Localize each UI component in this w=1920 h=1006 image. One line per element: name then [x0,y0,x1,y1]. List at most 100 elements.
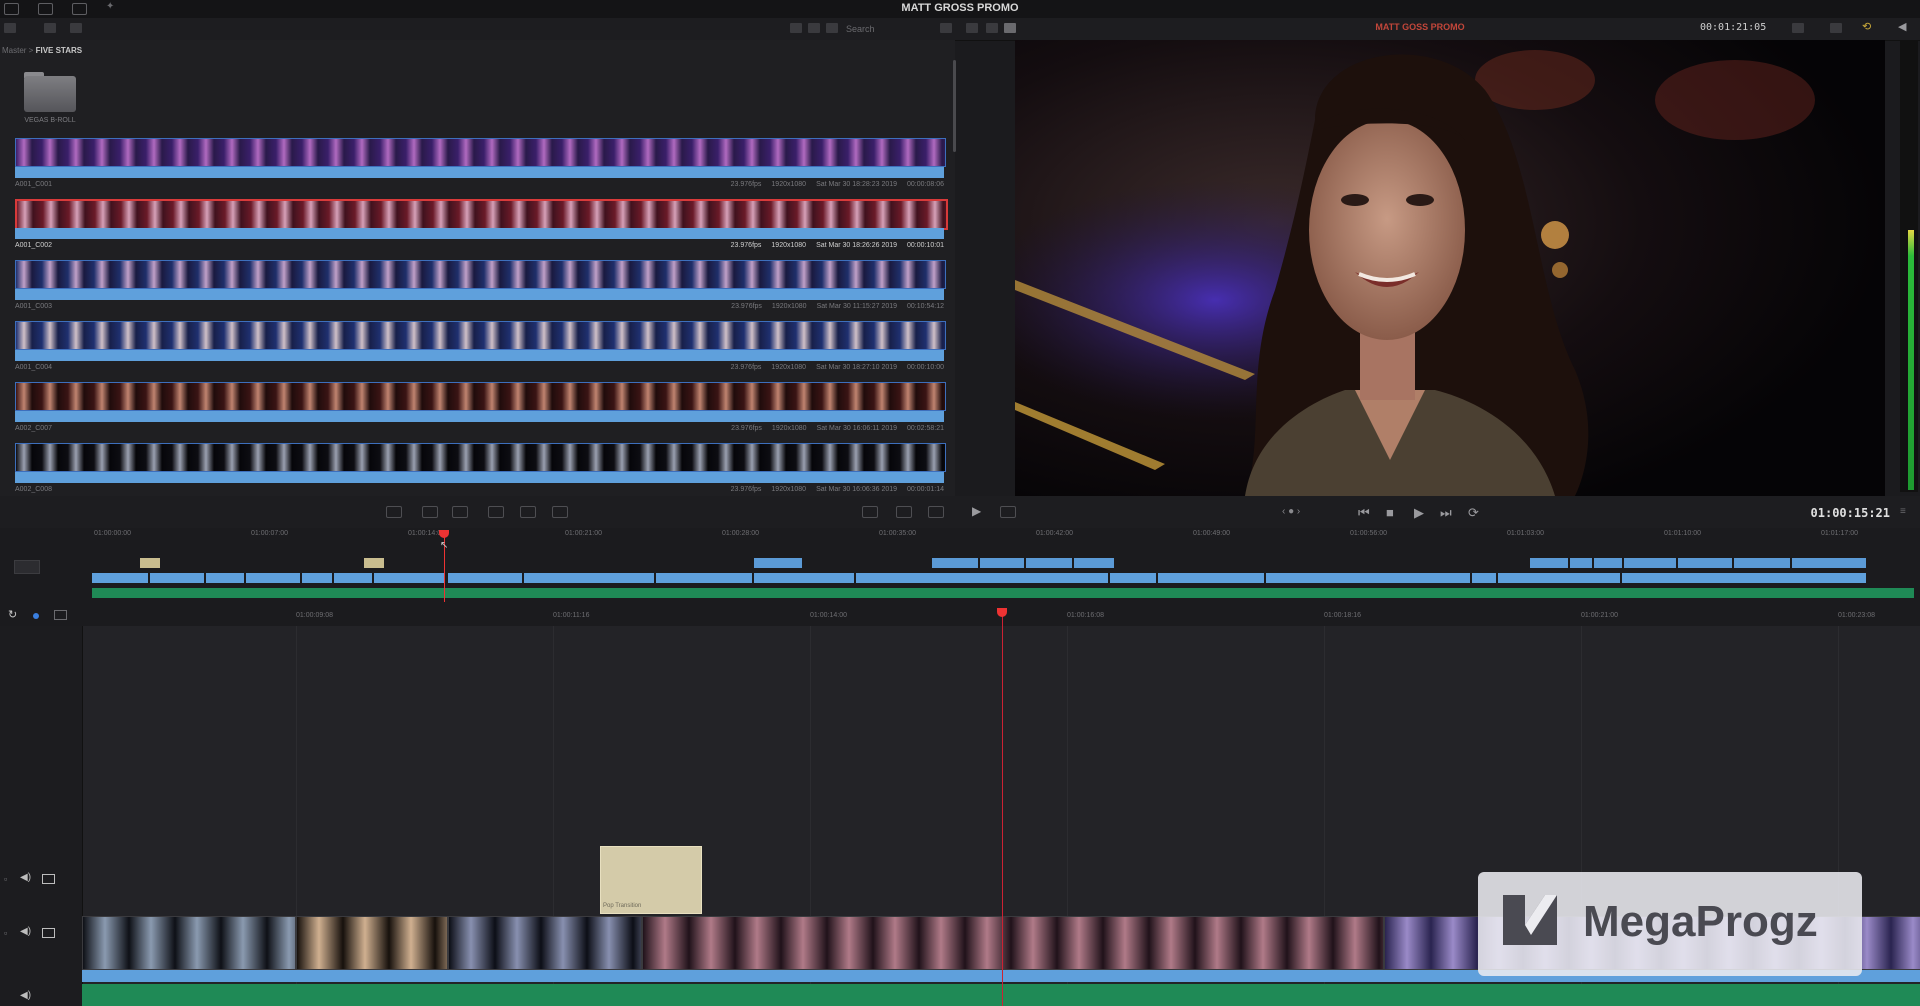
upper-v1-clip[interactable] [1622,573,1866,583]
upper-v1-clip[interactable] [302,573,332,583]
loop-icon[interactable]: ⟳ [1468,505,1479,521]
timeline-video-clip[interactable] [296,916,448,970]
upper-v2-clip[interactable] [1734,558,1790,568]
viewer-options-icon[interactable] [1792,23,1804,33]
fullscreen-icon[interactable] [1004,23,1016,33]
dissolve-icon[interactable] [928,506,944,518]
timeline-video-clip[interactable] [82,916,296,970]
skip-to-end-icon[interactable]: ⏭ [1440,505,1452,521]
upper-v2-clip[interactable] [1624,558,1676,568]
media-pool-scrollbar[interactable] [953,60,956,152]
upper-title-clip[interactable] [140,558,160,568]
playhead-line[interactable] [1002,612,1003,1006]
upper-v1-clip[interactable] [150,573,204,583]
selection-tool-icon[interactable]: ↻ [8,608,17,621]
timeline-video-clip[interactable] [448,916,642,970]
upper-audio-track[interactable] [92,588,1914,598]
clip-row[interactable] [15,321,946,363]
bypass-icon[interactable]: ⟲ [1862,20,1871,33]
append-icon[interactable] [552,506,568,518]
upper-v1-clip[interactable] [1158,573,1264,583]
upper-v2-clip[interactable] [1074,558,1114,568]
a1-audio-icon[interactable]: ◀) [20,990,31,1001]
video-viewer[interactable] [1015,40,1885,496]
a1-audio-track[interactable] [82,984,1920,1006]
cut-icon[interactable] [896,506,912,518]
clip-row[interactable] [15,382,946,424]
fit-to-fill-icon[interactable] [488,506,504,518]
timeline-video-clip[interactable] [642,916,1384,970]
upper-v1-clip[interactable] [1110,573,1156,583]
breadcrumb-current[interactable]: FIVE STARS [36,46,83,55]
upper-v2-clip[interactable] [754,558,802,568]
timeline-view-icon[interactable] [986,23,998,33]
skip-to-start-icon[interactable]: ⏮ [1358,505,1370,521]
search-input[interactable]: Search [846,22,936,36]
upper-v2-clip[interactable] [1026,558,1072,568]
breadcrumb-root[interactable]: Master [2,46,26,55]
filmstrip-view-icon[interactable] [808,23,820,33]
effects-toggle-icon[interactable] [72,3,87,15]
overwrite-clip-icon[interactable] [422,506,438,518]
viewer-settings-icon[interactable] [1000,506,1016,518]
clip-row[interactable] [15,260,946,302]
upper-v2-clip[interactable] [1792,558,1866,568]
upper-v1-clip[interactable] [92,573,148,583]
playback-loop-icon[interactable]: ▶ [972,504,981,518]
upper-timeline-ruler[interactable]: 01:00:00:00 01:00:07:00 01:00:14:00 01:00:2… [92,528,1920,540]
replace-clip-icon[interactable] [452,506,468,518]
folder-icon[interactable] [24,76,76,112]
grid-view-icon[interactable] [790,23,802,33]
jog-control[interactable]: ‹ ● › [1282,506,1300,517]
import-icon[interactable] [44,23,56,33]
source-view-icon[interactable] [966,23,978,33]
safe-area-icon[interactable] [1830,23,1842,33]
upper-v2-clip[interactable] [1530,558,1568,568]
v1-lock-icon[interactable]: ▫ [4,928,7,938]
upper-v1-clip[interactable] [1266,573,1470,583]
smooth-cut-icon[interactable] [862,506,878,518]
insert-clip-icon[interactable] [386,506,402,518]
v1-video-icon[interactable] [42,928,55,938]
clip-duration: 00:10:54:12 [907,303,944,310]
upper-v1-clip[interactable] [656,573,752,583]
clip-row[interactable] [15,443,946,485]
upper-v2-clip[interactable] [1570,558,1592,568]
upper-v1-clip[interactable] [1498,573,1620,583]
play-icon[interactable]: ▶ [1414,505,1424,521]
layout-icon[interactable] [4,3,19,15]
upper-title-clip[interactable] [364,558,384,568]
upper-v1-clip[interactable] [856,573,1108,583]
sidebar-toggle-icon[interactable] [4,23,16,33]
media-pool-toggle-icon[interactable] [38,3,53,15]
upper-v2-clip[interactable] [980,558,1024,568]
upper-v1-clip[interactable] [206,573,244,583]
audio-speaker-icon[interactable]: ◀ [1898,20,1906,33]
upper-v2-clip[interactable] [1678,558,1732,568]
magic-wand-icon[interactable]: ✦ [106,1,119,12]
upper-v2-clip[interactable] [1594,558,1622,568]
upper-v1-clip[interactable] [754,573,854,583]
new-bin-icon[interactable] [70,23,82,33]
upper-v1-clip[interactable] [1472,573,1496,583]
snap-icon[interactable] [33,613,39,619]
sort-icon[interactable] [940,23,952,33]
flag-icon[interactable] [54,610,67,620]
upper-v1-clip[interactable] [334,573,372,583]
track-lock-icon[interactable] [14,560,40,574]
upper-v1-clip[interactable] [524,573,654,583]
stop-icon[interactable]: ■ [1386,505,1394,520]
menu-icon[interactable]: ≡ [1900,506,1906,517]
clip-row[interactable] [15,138,946,180]
v2-audio-icon[interactable]: ◀) [20,872,31,883]
upper-v1-clip[interactable] [448,573,522,583]
upper-v2-clip[interactable] [932,558,978,568]
clip-row[interactable] [15,199,948,241]
v1-audio-icon[interactable]: ◀) [20,926,31,937]
v2-video-icon[interactable] [42,874,55,884]
v2-lock-icon[interactable]: ▫ [4,874,7,884]
upper-v1-clip[interactable] [374,573,444,583]
place-on-top-icon[interactable] [520,506,536,518]
list-view-icon[interactable] [826,23,838,33]
upper-v1-clip[interactable] [246,573,300,583]
